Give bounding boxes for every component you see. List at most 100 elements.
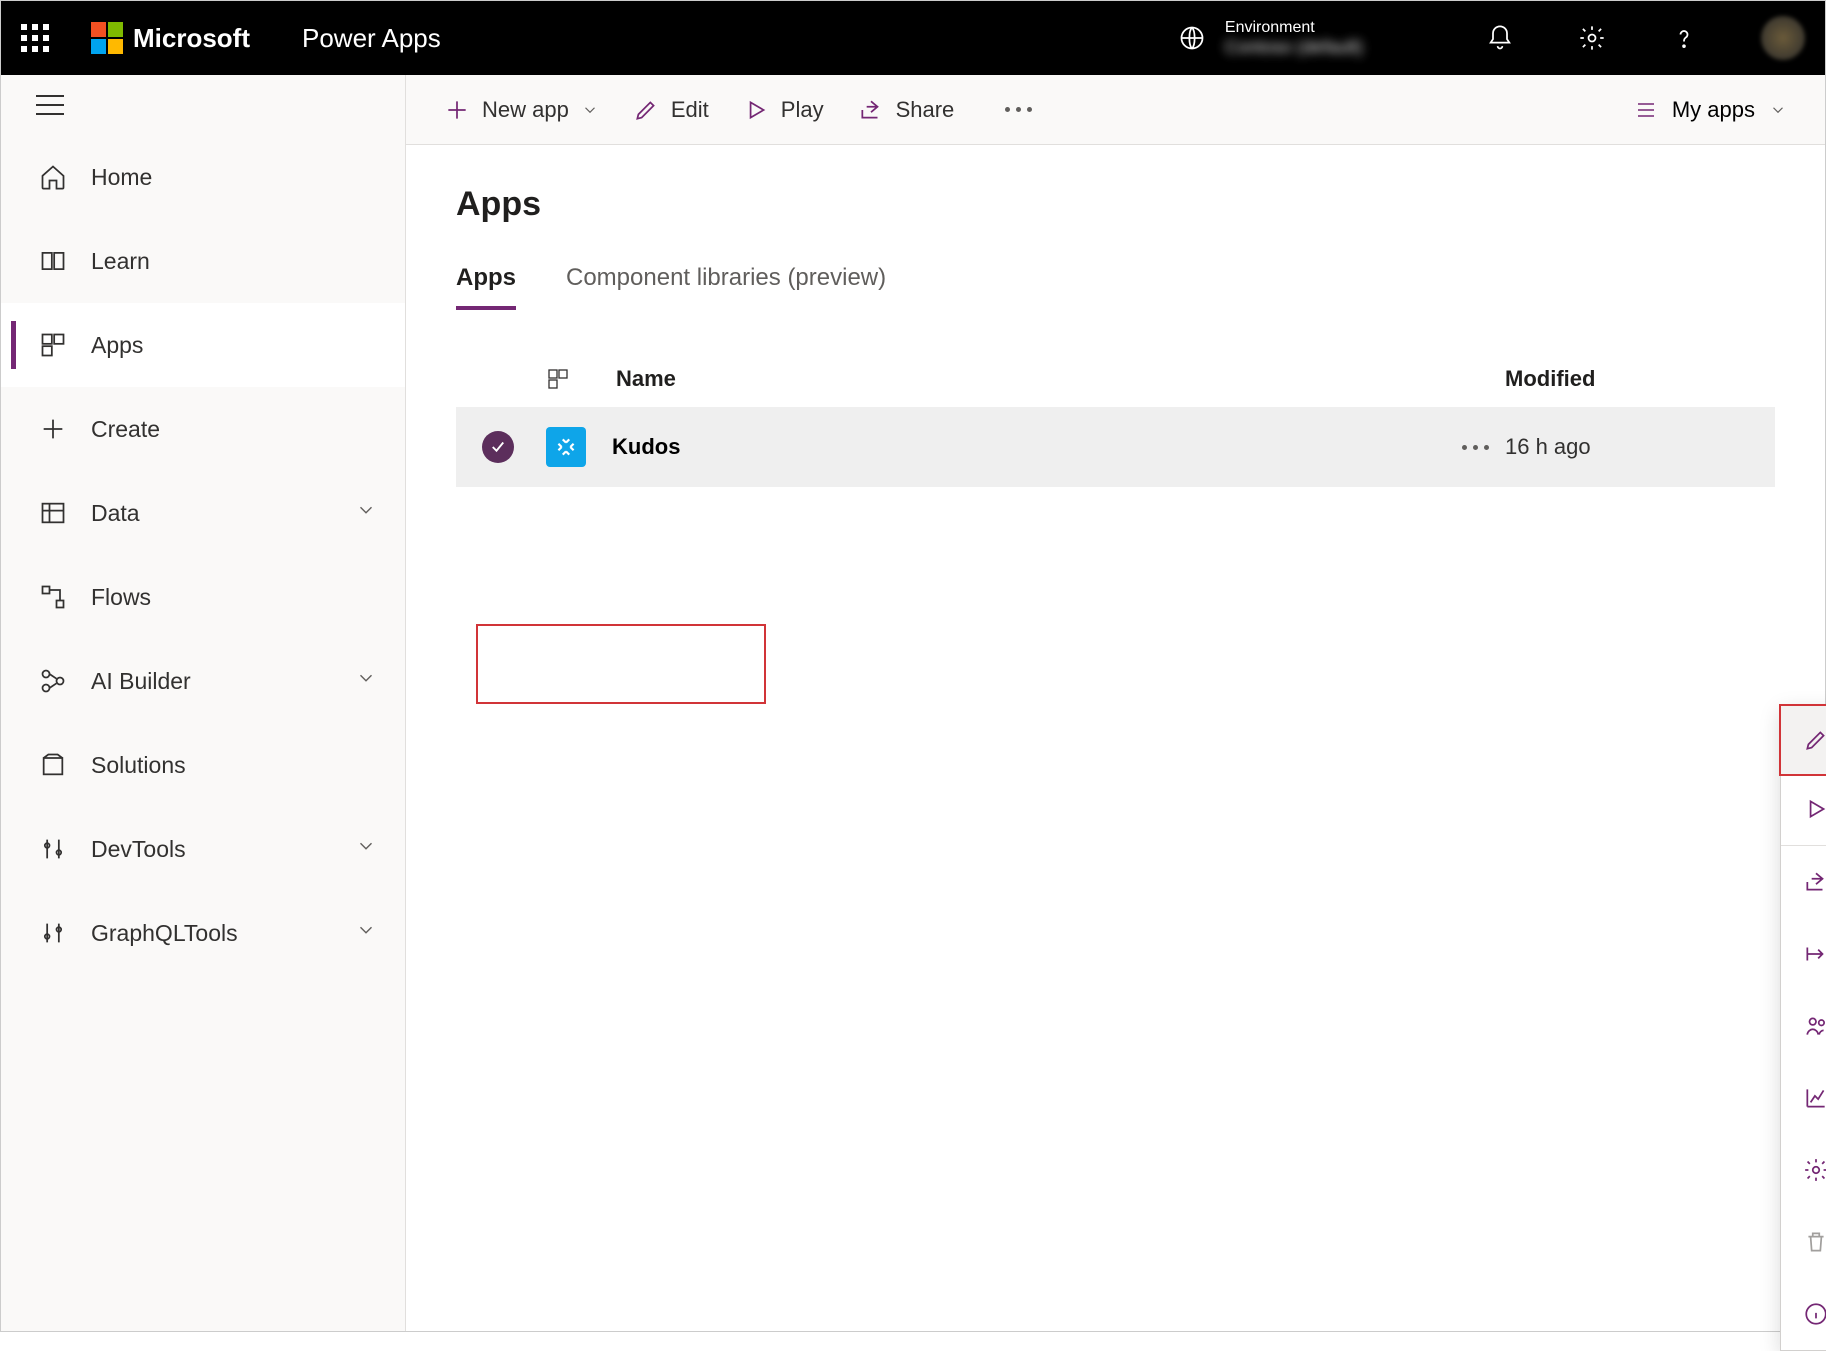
- share-icon: [858, 97, 884, 123]
- plus-icon: [444, 97, 470, 123]
- highlight-annotation: [476, 624, 766, 704]
- pencil-icon: [1803, 727, 1826, 753]
- environment-value: Contoso (default): [1225, 37, 1363, 58]
- sidebar-item-flows[interactable]: Flows: [1, 555, 405, 639]
- row-modified: 16 h ago: [1505, 434, 1755, 460]
- tab-apps[interactable]: Apps: [456, 264, 516, 310]
- sidebar-item-label: Solutions: [91, 752, 186, 779]
- ellipsis-icon: [988, 107, 1048, 112]
- row-checkbox[interactable]: [482, 431, 514, 463]
- sidebar-item-label: Home: [91, 164, 152, 191]
- environment-picker[interactable]: Environment Contoso (default): [1177, 19, 1363, 58]
- sidebar-item-devtools[interactable]: DevTools: [1, 807, 405, 891]
- more-commands-button[interactable]: [988, 107, 1048, 112]
- avatar[interactable]: [1761, 16, 1805, 60]
- trash-icon: [1803, 1229, 1826, 1255]
- ctx-play[interactable]: Play: [1781, 773, 1826, 845]
- sidebar-item-label: Flows: [91, 584, 151, 611]
- new-app-button[interactable]: New app: [444, 97, 599, 123]
- plus-icon: [39, 415, 67, 443]
- type-column-icon: [546, 367, 616, 391]
- chevron-down-icon: [581, 101, 599, 119]
- tab-component-libraries[interactable]: Component libraries (preview): [566, 264, 886, 310]
- tab-bar: Apps Component libraries (preview): [456, 264, 1775, 311]
- main-area: New app Edit Play Share My apps: [406, 75, 1825, 1331]
- home-icon: [39, 163, 67, 191]
- app-tile-icon: [546, 427, 586, 467]
- share-icon: [1803, 869, 1826, 895]
- chevron-down-icon: [355, 835, 377, 863]
- sidebar-item-label: Data: [91, 500, 140, 527]
- sidebar-item-graphqltools[interactable]: GraphQLTools: [1, 891, 405, 975]
- edit-button[interactable]: Edit: [633, 97, 709, 123]
- tools-icon: [39, 919, 67, 947]
- sidebar-item-label: GraphQLTools: [91, 920, 238, 947]
- flow-icon: [39, 583, 67, 611]
- sidebar-item-label: AI Builder: [91, 668, 191, 695]
- globe-icon: [1177, 23, 1207, 53]
- sidebar-item-learn[interactable]: Learn: [1, 219, 405, 303]
- column-name[interactable]: Name: [616, 366, 1505, 392]
- edit-label: Edit: [671, 97, 709, 123]
- ctx-details[interactable]: Details: [1781, 1278, 1826, 1350]
- chevron-down-icon: [355, 919, 377, 947]
- chevron-down-icon: [1769, 101, 1787, 119]
- list-header: Name Modified: [456, 351, 1775, 407]
- book-icon: [39, 247, 67, 275]
- ctx-delete: Delete: [1781, 1206, 1826, 1278]
- waffle-icon[interactable]: [21, 24, 49, 52]
- sidebar-item-data[interactable]: Data: [1, 471, 405, 555]
- settings-icon[interactable]: [1577, 23, 1607, 53]
- sidebar-item-label: Learn: [91, 248, 150, 275]
- view-label: My apps: [1672, 97, 1755, 123]
- ctx-analytics[interactable]: Analytics (preview): [1781, 1062, 1826, 1134]
- ctx-share[interactable]: Share: [1781, 846, 1826, 918]
- new-app-label: New app: [482, 97, 569, 123]
- view-picker[interactable]: My apps: [1634, 97, 1787, 123]
- play-icon: [1803, 796, 1826, 822]
- product-name: Power Apps: [302, 23, 441, 54]
- apps-icon: [39, 331, 67, 359]
- sidebar-item-aibuilder[interactable]: AI Builder: [1, 639, 405, 723]
- ctx-export[interactable]: Export package (preview): [1781, 918, 1826, 990]
- chevron-down-icon: [355, 667, 377, 695]
- sidebar-item-apps[interactable]: Apps: [1, 303, 405, 387]
- sidebar: Home Learn Apps Create Data Flows AI Bui…: [1, 75, 406, 1331]
- hamburger-icon[interactable]: [36, 95, 64, 115]
- data-icon: [39, 499, 67, 527]
- row-name: Kudos: [612, 434, 1445, 460]
- share-label: Share: [896, 97, 955, 123]
- sidebar-item-label: DevTools: [91, 836, 186, 863]
- ai-icon: [39, 667, 67, 695]
- microsoft-logo-icon: [91, 22, 123, 54]
- share-button[interactable]: Share: [858, 97, 955, 123]
- pencil-icon: [633, 97, 659, 123]
- analytics-icon: [1803, 1085, 1826, 1111]
- sidebar-item-home[interactable]: Home: [1, 135, 405, 219]
- notifications-icon[interactable]: [1485, 23, 1515, 53]
- column-modified[interactable]: Modified: [1505, 366, 1755, 392]
- play-button[interactable]: Play: [743, 97, 824, 123]
- sidebar-item-create[interactable]: Create: [1, 387, 405, 471]
- sidebar-item-label: Apps: [91, 332, 143, 359]
- brand-text: Microsoft: [133, 23, 250, 54]
- ctx-teams[interactable]: Add to Teams: [1781, 990, 1826, 1062]
- tools-icon: [39, 835, 67, 863]
- play-icon: [743, 97, 769, 123]
- context-menu: Edit Play Share Export package (preview)…: [1780, 705, 1826, 1351]
- table-row[interactable]: Kudos 16 h ago: [456, 407, 1775, 487]
- sidebar-item-label: Create: [91, 416, 160, 443]
- info-icon: [1803, 1301, 1826, 1327]
- ctx-edit[interactable]: Edit: [1779, 704, 1826, 776]
- export-icon: [1803, 941, 1826, 967]
- command-bar: New app Edit Play Share My apps: [406, 75, 1825, 145]
- page-title: Apps: [456, 185, 1775, 224]
- brand: Microsoft: [91, 22, 250, 54]
- row-more-button[interactable]: [1445, 445, 1505, 450]
- play-label: Play: [781, 97, 824, 123]
- help-icon[interactable]: [1669, 23, 1699, 53]
- ctx-settings[interactable]: Settings: [1781, 1134, 1826, 1206]
- teams-icon: [1803, 1013, 1826, 1039]
- top-bar: Microsoft Power Apps Environment Contoso…: [1, 1, 1825, 75]
- sidebar-item-solutions[interactable]: Solutions: [1, 723, 405, 807]
